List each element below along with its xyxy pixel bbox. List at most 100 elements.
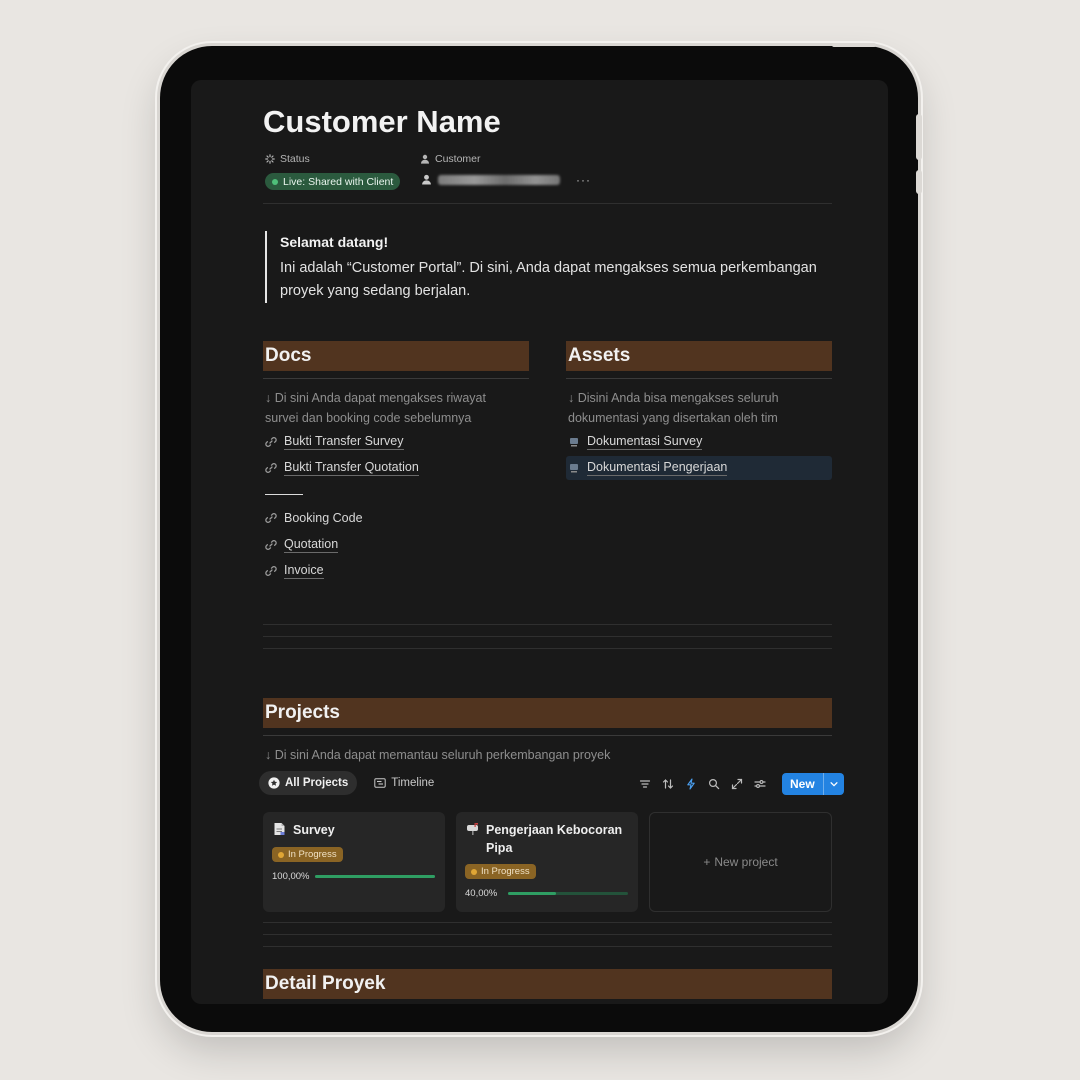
sort-icon[interactable]: [662, 778, 674, 790]
divider: [263, 946, 832, 947]
project-card-survey[interactable]: Survey In Progress 100,00%: [263, 812, 445, 912]
plus-icon: +: [703, 855, 711, 869]
link-bukti-transfer-survey[interactable]: Bukti Transfer Survey: [265, 434, 404, 450]
filter-icon[interactable]: [639, 778, 651, 790]
welcome-quote: Selamat datang! Ini adalah “Customer Por…: [265, 231, 820, 303]
drive-icon: [570, 438, 578, 447]
assets-description: ↓ Disini Anda bisa mengakses seluruh dok…: [568, 391, 779, 425]
tablet-side-button-bottom: [916, 170, 922, 194]
new-project-label: New project: [714, 855, 778, 869]
customer-value[interactable]: [421, 174, 560, 185]
document-icon: [274, 823, 285, 835]
link-bukti-transfer-quotation[interactable]: Bukti Transfer Quotation: [265, 460, 419, 476]
divider: [263, 648, 832, 649]
projects-heading: Projects: [263, 698, 832, 728]
new-project-button[interactable]: + New project: [650, 813, 831, 911]
link-text: Quotation: [284, 537, 339, 553]
new-project-card[interactable]: + New project: [649, 812, 832, 912]
status-text: In Progress: [288, 849, 337, 860]
mailbox-icon: [467, 823, 478, 835]
projects-heading-underline: [263, 735, 832, 736]
status-icon: [265, 154, 275, 164]
projects-heading-text: Projects: [265, 702, 340, 723]
more-properties-button[interactable]: ···: [576, 173, 591, 187]
progress-label: 100,00%: [272, 871, 310, 882]
status-dot: [272, 178, 278, 185]
progress-bar: [315, 875, 435, 878]
divider: [263, 203, 832, 204]
detail-heading-text: Detail Proyek: [265, 973, 386, 994]
new-button[interactable]: New: [782, 773, 844, 795]
status-value: Live: Shared with Client: [283, 175, 394, 188]
new-button-label: New: [790, 777, 815, 791]
tab-timeline[interactable]: Timeline: [365, 771, 443, 795]
link-text: Bukti Transfer Quotation: [284, 460, 419, 476]
timeline-icon: [374, 778, 386, 788]
link-icon: [265, 513, 277, 523]
card-title: Pengerjaan Kebocoran Pipa: [486, 823, 623, 855]
welcome-body: Ini adalah “Customer Portal”. Di sini, A…: [280, 260, 817, 299]
link-icon: [265, 540, 277, 550]
link-icon: [265, 463, 277, 473]
notion-page-screen[interactable]: Customer Name Status Customer Live: Shar…: [191, 80, 888, 1004]
assets-heading-text: Assets: [568, 345, 631, 366]
person-icon: [422, 174, 431, 185]
link-text: Bukti Transfer Survey: [284, 434, 404, 450]
status-dot: [278, 851, 284, 858]
status-property-label: Status: [265, 153, 310, 165]
tablet-top-button: [832, 43, 876, 47]
chevron-down-icon[interactable]: [822, 773, 844, 795]
settings-sliders-icon[interactable]: [754, 778, 766, 790]
divider: [263, 624, 832, 625]
divider: [263, 934, 832, 935]
tablet-side-button-top: [916, 114, 922, 160]
page-title[interactable]: Customer Name: [263, 104, 501, 140]
tablet-frame: Customer Name Status Customer Live: Shar…: [160, 43, 922, 1032]
docs-heading: Docs: [263, 341, 529, 371]
projects-description: ↓ Di sini Anda dapat memantau seluruh pe…: [265, 748, 611, 762]
status-label-text: Status: [280, 153, 310, 165]
automation-bolt-icon[interactable]: [685, 778, 697, 790]
welcome-heading: Selamat datang!: [280, 234, 389, 250]
view-tabs: All Projects Timeline: [259, 771, 443, 795]
tab-label: Timeline: [391, 777, 435, 789]
tab-all-projects[interactable]: All Projects: [259, 771, 358, 795]
expand-icon[interactable]: [731, 778, 743, 790]
database-toolbar: New: [639, 773, 844, 795]
status-badge: In Progress: [465, 864, 536, 879]
assets-heading-underline: [566, 378, 832, 379]
link-icon: [265, 437, 277, 447]
customer-label-text: Customer: [435, 153, 481, 165]
project-card-pengerjaan[interactable]: Pengerjaan Kebocoran Pipa In Progress 40…: [456, 812, 638, 912]
progress-label: 40,00%: [465, 888, 498, 899]
docs-heading-underline: [263, 378, 529, 379]
tab-label: All Projects: [285, 777, 349, 789]
status-text: In Progress: [481, 866, 530, 877]
link-icon: [265, 566, 277, 576]
link-text: Booking Code: [284, 511, 363, 525]
customer-property-label: Customer: [420, 153, 481, 165]
detail-proyek-heading: Detail Proyek: [263, 969, 832, 999]
progress-fill: [315, 875, 435, 878]
divider: [263, 922, 832, 923]
progress-fill: [508, 892, 556, 895]
card-title: Survey: [293, 823, 335, 837]
status-dot: [471, 868, 477, 875]
assets-heading: Assets: [566, 341, 832, 371]
link-quotation[interactable]: Quotation: [265, 537, 339, 553]
link-text: Dokumentasi Survey: [587, 434, 703, 450]
link-dokumentasi-pengerjaan[interactable]: Dokumentasi Pengerjaan: [568, 460, 728, 476]
short-divider: [265, 494, 303, 495]
docs-heading-text: Docs: [265, 345, 312, 366]
docs-description: ↓ Di sini Anda dapat mengakses riwayat s…: [265, 391, 486, 425]
drive-icon: [570, 464, 578, 473]
link-text: Dokumentasi Pengerjaan: [587, 460, 728, 476]
link-booking-code[interactable]: Booking Code: [265, 511, 363, 525]
person-icon: [421, 154, 429, 164]
link-invoice[interactable]: Invoice: [265, 563, 324, 579]
search-icon[interactable]: [708, 778, 720, 790]
status-badge[interactable]: Live: Shared with Client: [265, 173, 401, 190]
link-dokumentasi-survey[interactable]: Dokumentasi Survey: [568, 434, 703, 450]
status-badge: In Progress: [272, 847, 343, 862]
divider: [263, 636, 832, 637]
